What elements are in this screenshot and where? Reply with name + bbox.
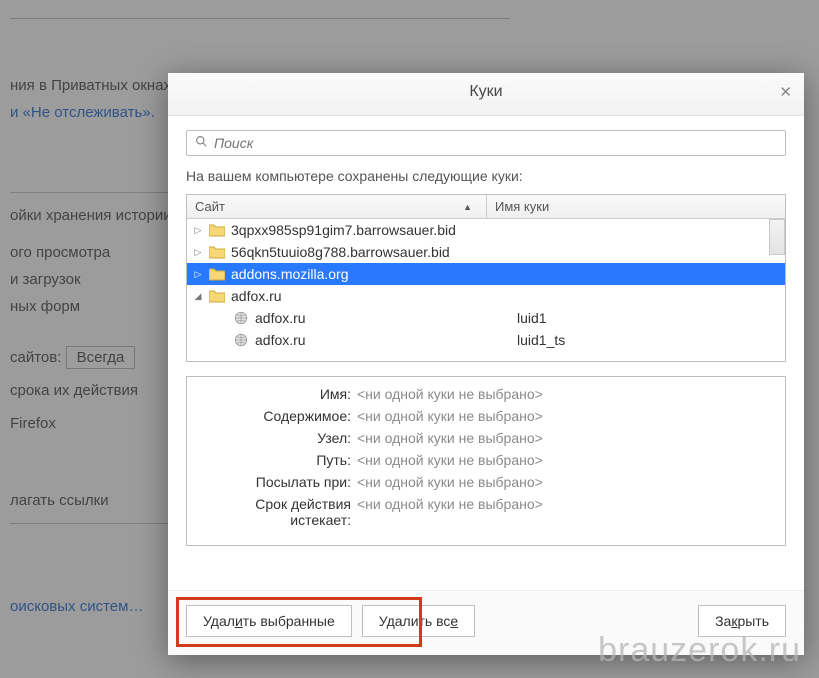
detail-label-send: Посылать при: (197, 474, 357, 490)
detail-value-name: <ни одной куки не выбрано> (357, 386, 543, 402)
expand-icon[interactable]: ▷ (193, 247, 203, 258)
detail-value-expires: <ни одной куки не выбрано> (357, 496, 543, 528)
tree-folder-row[interactable]: ▷ addons.mozilla.org (187, 263, 785, 285)
dialog-title: Куки (469, 83, 502, 100)
list-body[interactable]: ▷ 3qpxx985sp91gim7.barrowsauer.bid ▷ 56q… (187, 219, 785, 361)
cookies-dialog: Куки ✕ На вашем компьютере сохранены сле… (168, 73, 804, 655)
detail-value-path: <ни одной куки не выбрано> (357, 452, 543, 468)
globe-icon (233, 333, 249, 347)
detail-label-content: Содержимое: (197, 408, 357, 424)
detail-label-host: Узел: (197, 430, 357, 446)
list-header: Сайт ▲ Имя куки (187, 195, 785, 219)
search-box[interactable] (186, 130, 786, 156)
column-header-cookie-name[interactable]: Имя куки (487, 195, 785, 218)
dialog-body: На вашем компьютере сохранены следующие … (168, 116, 804, 590)
collapse-icon[interactable]: ◢ (193, 291, 203, 302)
folder-icon (209, 267, 225, 281)
search-icon (195, 135, 208, 151)
tree-folder-row[interactable]: ▷ 56qkn5tuuio8g788.barrowsauer.bid (187, 241, 785, 263)
detail-value-send: <ни одной куки не выбрано> (357, 474, 543, 490)
folder-icon (209, 223, 225, 237)
detail-value-content: <ни одной куки не выбрано> (357, 408, 543, 424)
close-icon[interactable]: ✕ (779, 83, 792, 101)
detail-value-host: <ни одной куки не выбрано> (357, 430, 543, 446)
globe-icon (233, 311, 249, 325)
remove-selected-button[interactable]: Удалить выбранные (186, 605, 352, 637)
cookies-list: Сайт ▲ Имя куки ▷ 3qpxx985sp91gim7.barro… (186, 194, 786, 362)
remove-all-button[interactable]: Удалить все (362, 605, 475, 637)
cookie-row[interactable]: adfox.ru luid1_ts (187, 329, 785, 351)
column-header-site[interactable]: Сайт ▲ (187, 195, 487, 218)
scrollbar-thumb[interactable] (769, 219, 785, 255)
tree-folder-row[interactable]: ▷ 3qpxx985sp91gim7.barrowsauer.bid (187, 219, 785, 241)
cookies-description: На вашем компьютере сохранены следующие … (186, 168, 786, 184)
folder-icon (209, 289, 225, 303)
detail-label-name: Имя: (197, 386, 357, 402)
expand-icon[interactable]: ▷ (193, 269, 203, 280)
detail-label-path: Путь: (197, 452, 357, 468)
expand-icon[interactable]: ▷ (193, 225, 203, 236)
watermark: brauzerok.ru (598, 631, 801, 670)
dialog-header: Куки ✕ (168, 73, 804, 116)
cookie-row[interactable]: adfox.ru luid1 (187, 307, 785, 329)
detail-label-expires: Срок действия истекает: (197, 496, 357, 528)
sort-indicator-icon: ▲ (463, 202, 472, 212)
cookie-details-panel: Имя:<ни одной куки не выбрано> Содержимо… (186, 376, 786, 546)
folder-icon (209, 245, 225, 259)
tree-folder-row[interactable]: ◢ adfox.ru (187, 285, 785, 307)
search-input[interactable] (214, 135, 777, 151)
